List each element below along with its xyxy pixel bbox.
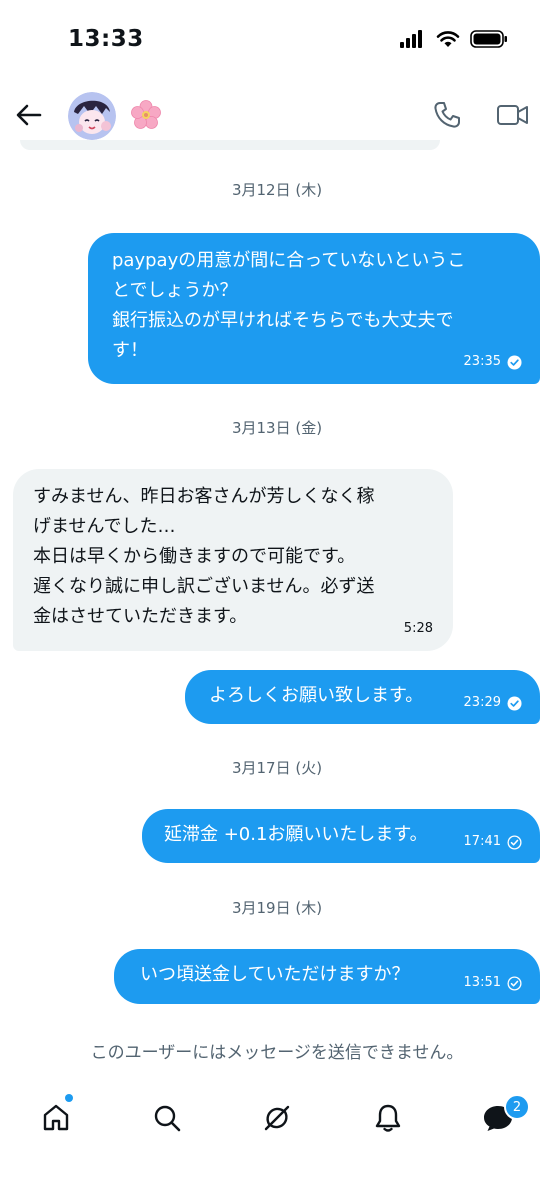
message-time: 5:28 <box>403 621 433 636</box>
message-line: paypayの用意が間に合っていないというこ <box>112 250 466 271</box>
message-line: すみません、昨日お客さんが芳しくなく稼 <box>33 486 375 507</box>
back-arrow-icon <box>16 104 42 126</box>
messages-badge: 2 <box>504 1094 530 1120</box>
cannot-message-notice: このユーザーにはメッセージを送信できません。 <box>90 1043 464 1063</box>
avatar[interactable] <box>68 92 116 140</box>
date-separator: 3月13日 (金) <box>231 419 323 437</box>
tab-notifications[interactable] <box>368 1098 408 1138</box>
back-button[interactable] <box>14 100 44 130</box>
battery-icon <box>470 30 507 48</box>
message-time: 13:51 <box>463 975 501 990</box>
message-time: 23:35 <box>463 354 501 369</box>
message-line: げませんでした… <box>33 516 176 537</box>
tab-grok[interactable] <box>257 1098 297 1138</box>
avatar-image <box>68 92 116 140</box>
video-camera-icon <box>497 105 528 125</box>
message-line: す！ <box>112 340 148 361</box>
message-line: 銀行振込のが早ければそちらでも大丈夫で <box>112 310 454 331</box>
cherry-blossom-icon <box>131 100 161 129</box>
search-icon <box>154 1105 181 1132</box>
voice-call-button[interactable] <box>432 100 462 130</box>
display-name-emoji[interactable] <box>130 99 162 131</box>
video-call-button[interactable] <box>496 100 530 130</box>
signal-icon <box>400 30 422 48</box>
message-bubble-sent[interactable]: 延滞金 +0.1お願いいたします。 17:41 <box>142 809 540 863</box>
date-separator: 3月12日 (木) <box>231 181 323 199</box>
message-line: 本日は早くから働きますので可能です。 <box>33 546 356 567</box>
message-time: 17:41 <box>463 834 501 849</box>
sent-check-icon <box>507 975 522 991</box>
status-time: 13:33 <box>68 26 144 52</box>
tab-search[interactable] <box>147 1098 187 1138</box>
status-bar: 13:33 <box>0 0 554 80</box>
wifi-icon <box>436 31 460 47</box>
message-meta: 13:51 <box>464 975 522 991</box>
grok-icon <box>264 1105 290 1131</box>
home-icon <box>43 1104 69 1131</box>
message-line: 金はさせていただきます。 <box>33 606 248 627</box>
date-separator: 3月19日 (木) <box>231 899 323 917</box>
home-new-content-dot <box>65 1094 73 1102</box>
previous-content-edge <box>20 140 440 150</box>
sent-check-icon <box>507 834 522 850</box>
read-check-icon <box>507 354 522 370</box>
bell-icon <box>375 1104 401 1132</box>
message-meta: 5:28 <box>404 621 433 637</box>
phone-icon <box>434 102 460 128</box>
message-bubble-sent[interactable]: いつ頃送金していただけますか？ 13:51 <box>114 949 540 1004</box>
message-bubble-received[interactable]: すみません、昨日お客さんが芳しくなく稼 げませんでした… 本日は早くから働きます… <box>13 469 453 651</box>
message-meta: 23:29 <box>464 695 522 711</box>
date-separator: 3月17日 (火) <box>231 759 323 777</box>
message-line: 遅くなり誠に申し訳ございません。必ず送 <box>33 576 375 597</box>
message-meta: 23:35 <box>464 354 522 370</box>
message-bubble-sent[interactable]: よろしくお願い致します。 23:29 <box>185 670 540 724</box>
message-line: とでしょうか？ <box>112 280 238 301</box>
status-icons <box>400 30 508 48</box>
message-time: 23:29 <box>463 695 501 710</box>
message-bubble-sent[interactable]: paypayの用意が間に合っていないというこ とでしょうか？ 銀行振込のが早けれ… <box>88 233 540 384</box>
bottom-tab-bar <box>0 1090 554 1150</box>
read-check-icon <box>507 695 522 711</box>
message-meta: 17:41 <box>464 834 522 850</box>
tab-home[interactable] <box>36 1098 76 1138</box>
